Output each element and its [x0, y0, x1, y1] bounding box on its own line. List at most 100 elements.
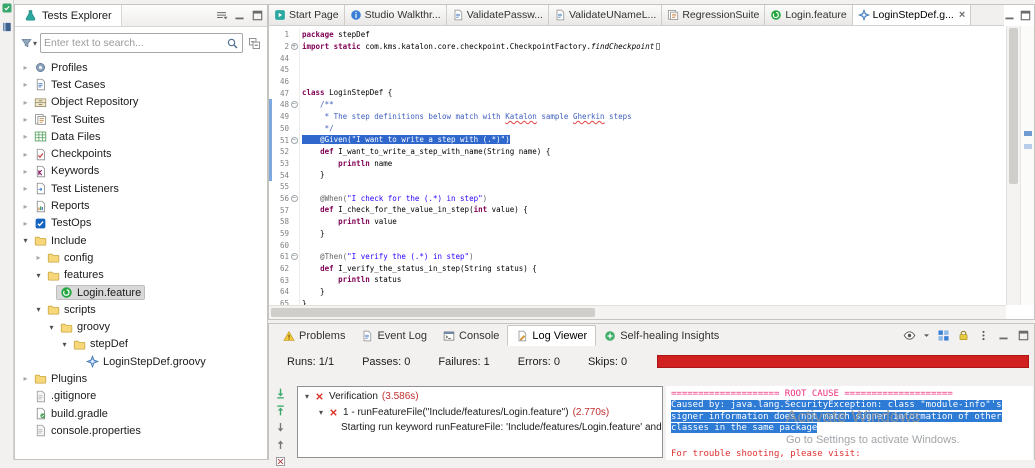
maximize-panel-icon[interactable]	[249, 8, 265, 24]
code-line-50[interactable]: */	[302, 123, 1006, 135]
result-tree-row[interactable]: ▾ Verification (3.586s)	[298, 389, 662, 405]
chevron-down-icon[interactable]: ▾	[33, 271, 44, 280]
editor-tab-validatepassw[interactable]: ValidatePassw...	[446, 5, 549, 25]
code-line-59[interactable]: }	[302, 228, 1006, 240]
code-line-47[interactable]: class LoginStepDef {	[302, 87, 1006, 99]
editor-tab-loginstepdef-g[interactable]: LoginStepDef.g... ×	[852, 5, 972, 25]
chevron-right-icon[interactable]: ▸	[20, 63, 31, 72]
overview-marker[interactable]	[1024, 131, 1032, 136]
tree-item-stepdef[interactable]: ▾ stepDef	[15, 336, 267, 353]
result-tree-row[interactable]: ▾ 1 - runFeatureFile("Include/features/Lo…	[298, 405, 662, 421]
overview-marker[interactable]	[1024, 144, 1032, 149]
bottom-tab-log-viewer[interactable]: Log Viewer	[507, 325, 597, 346]
code-line-2[interactable]: import static com.kms.katalon.core.check…	[302, 41, 1006, 53]
code-line-52[interactable]: def I_want_to_write_a_step_with_name(Str…	[302, 146, 1006, 158]
next-log-icon[interactable]	[273, 420, 287, 434]
tree-item-test-cases[interactable]: ▸ Test Cases	[15, 76, 267, 93]
editor-tab-studio-walkthr[interactable]: Studio Walkthr...	[344, 5, 447, 25]
tree-item-console-properties[interactable]: console.properties	[15, 422, 267, 439]
chevron-down-icon[interactable]: ▾	[315, 408, 327, 417]
search-icon[interactable]	[226, 37, 239, 50]
code-line-51[interactable]: @Given("I want to write a step with (.*)…	[302, 134, 1006, 146]
code-line-46[interactable]	[302, 76, 1006, 88]
chevron-right-icon[interactable]: ▸	[20, 80, 31, 89]
code-line-55[interactable]	[302, 181, 1006, 193]
result-tree-row[interactable]: Starting run keyword runFeatureFile: 'In…	[298, 420, 662, 436]
chevron-down-icon[interactable]: ▾	[33, 305, 44, 314]
editor-tab-login-feature[interactable]: Login.feature	[765, 5, 853, 25]
search-input[interactable]	[44, 37, 226, 49]
code-line-45[interactable]	[302, 64, 1006, 76]
chevron-down-icon[interactable]: ▾	[301, 392, 313, 401]
bottom-tab-event-log[interactable]: Event Log	[353, 325, 435, 346]
code-line-65[interactable]: }	[302, 298, 1006, 305]
code-line-53[interactable]: println name	[302, 158, 1006, 170]
code-editor[interactable]: 1 2 +44 45 46 47 48−49 50 51−52 53 54 55 56−57 58 59 60…	[269, 26, 1034, 319]
minimize-bottom-icon[interactable]	[996, 328, 1011, 343]
vscroll-thumb[interactable]	[1009, 28, 1018, 185]
fold-marker-icon[interactable]: −	[290, 253, 298, 261]
code-line-56[interactable]: @When("I check for the (.*) in step")	[302, 193, 1006, 205]
tree-item-login-feature[interactable]: Login.feature	[15, 284, 267, 301]
maximize-editor-icon[interactable]	[1018, 8, 1032, 22]
code-line-54[interactable]: }	[302, 169, 1006, 181]
help-book-icon[interactable]	[1, 21, 13, 33]
tests-explorer-minimized-icon[interactable]	[1, 2, 13, 14]
tree-item-object-repository[interactable]: ▸ Object Repository	[15, 94, 267, 111]
bottom-tab-problems[interactable]: Problems	[275, 325, 353, 346]
chevron-down-icon[interactable]: ▾	[46, 323, 57, 332]
editor-horizontal-scrollbar[interactable]	[269, 305, 1006, 319]
overview-ruler[interactable]	[1020, 26, 1034, 305]
minimize-editor-icon[interactable]	[1002, 8, 1016, 22]
code-line-61[interactable]: @Then("I verify the (.*) in step")	[302, 251, 1006, 263]
code-line-57[interactable]: def I_check_for_the_value_in_step(int va…	[302, 204, 1006, 216]
code-line-58[interactable]: println value	[302, 216, 1006, 228]
show-view-eye-icon[interactable]	[902, 328, 917, 343]
tree-item-loginstepdef-groovy[interactable]: LoginStepDef.groovy	[15, 353, 267, 370]
previous-failure-icon[interactable]	[273, 403, 287, 417]
chevron-right-icon[interactable]: ▸	[20, 98, 31, 107]
chevron-right-icon[interactable]: ▸	[20, 115, 31, 124]
fold-marker-icon[interactable]: −	[290, 101, 298, 109]
tree-item-profiles[interactable]: ▸ Profiles	[15, 59, 267, 76]
fold-marker-icon[interactable]: −	[290, 136, 298, 144]
code-line-60[interactable]	[302, 239, 1006, 251]
code-line-49[interactable]: * The step definitions below match with …	[302, 111, 1006, 123]
minimize-panel-icon[interactable]	[231, 8, 247, 24]
tree-item-test-suites[interactable]: ▸ Test Suites	[15, 111, 267, 128]
tree-item-test-listeners[interactable]: ▸ Test Listeners	[15, 180, 267, 197]
tree-item-checkpoints[interactable]: ▸ Checkpoints	[15, 145, 267, 162]
chevron-right-icon[interactable]: ▸	[20, 184, 31, 193]
tree-item-plugins[interactable]: ▸ Plugins	[15, 370, 267, 387]
bottom-tab-console[interactable]: Console	[435, 325, 507, 346]
editor-vertical-scrollbar[interactable]	[1006, 26, 1020, 305]
editor-tab-validateunamel[interactable]: ValidateUNameL...	[548, 5, 663, 25]
code-line-1[interactable]: package stepDef	[302, 29, 1006, 41]
previous-log-icon[interactable]	[273, 437, 287, 451]
chevron-right-icon[interactable]: ▸	[20, 167, 31, 176]
chevron-right-icon[interactable]: ▸	[20, 202, 31, 211]
tree-item-groovy[interactable]: ▾ groovy	[15, 318, 267, 335]
filter-dropdown[interactable]: ▾	[20, 37, 37, 50]
chevron-right-icon[interactable]: ▸	[20, 374, 31, 383]
chevron-down-icon[interactable]: ▾	[59, 340, 70, 349]
hscroll-thumb[interactable]	[271, 308, 596, 317]
code-line-62[interactable]: def I_verify_the_status_in_step(String s…	[302, 263, 1006, 275]
tree-item-testops[interactable]: ▸ TestOps	[15, 215, 267, 232]
view-menu-icon[interactable]	[213, 8, 229, 24]
close-tab-icon[interactable]: ×	[959, 9, 965, 21]
grid-view-icon[interactable]	[936, 328, 951, 343]
collapsed-region-icon[interactable]	[656, 43, 661, 51]
chevron-right-icon[interactable]: ▸	[20, 150, 31, 159]
tree-item-include[interactable]: ▾ Include	[15, 232, 267, 249]
tree-item-features[interactable]: ▾ features	[15, 267, 267, 284]
scroll-lock-icon[interactable]	[956, 328, 971, 343]
fold-marker-icon[interactable]: −	[290, 194, 298, 202]
bottom-tab-self-healing-insights[interactable]: Self-healing Insights	[596, 325, 727, 346]
code-line-64[interactable]: }	[302, 286, 1006, 298]
code-line-48[interactable]: /**	[302, 99, 1006, 111]
tests-explorer-tab[interactable]: Tests Explorer	[15, 5, 122, 26]
tree-item-config[interactable]: ▸ config	[15, 249, 267, 266]
tree-item-gitignore[interactable]: .gitignore	[15, 388, 267, 405]
chevron-right-icon[interactable]: ▸	[20, 219, 31, 228]
